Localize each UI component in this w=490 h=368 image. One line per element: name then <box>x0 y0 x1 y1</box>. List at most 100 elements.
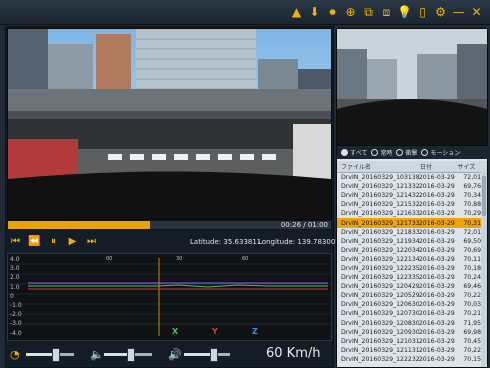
filter-option[interactable]: 衝撃 <box>396 148 417 157</box>
toolbar: ▲ ⬇ ⏺ ⊕ ⧉ ⧈ 💡 ▯ ⚙ — ✕ <box>0 0 490 25</box>
file-name-cell: DrvIN_20160329_121934.avi <box>341 237 419 245</box>
filter-option-label: モーション <box>430 150 461 157</box>
file-name-cell: DrvIN_20160329_103138.avi <box>341 174 419 182</box>
file-date-cell: 2016-03-29 <box>418 355 455 363</box>
file-date-cell: 2016-03-29 <box>418 174 455 182</box>
file-name-cell: DrvIN_20160329_121332.avi <box>341 183 419 191</box>
minimize-icon[interactable]: — <box>451 3 466 20</box>
file-name-cell: DrvIN_20160329_120429.avi <box>341 283 419 291</box>
rear-camera-video[interactable] <box>336 28 488 146</box>
play-icon[interactable]: ▶ <box>66 235 79 247</box>
header-filename[interactable]: ファイル名 <box>337 162 420 171</box>
bulb-icon[interactable]: 💡 <box>397 3 412 20</box>
file-row[interactable]: DrvIN_20160329_120630.avi2016-03-2970,03… <box>337 300 487 309</box>
merge-icon[interactable]: ⧈ <box>379 3 394 20</box>
file-row[interactable]: DrvIN_20160329_121432.avi2016-03-2970,34… <box>337 191 487 200</box>
volume-master-thumb[interactable] <box>209 348 218 362</box>
file-row[interactable]: DrvIN_20160329_121733.avi2016-03-2970,31… <box>337 218 487 228</box>
file-row[interactable]: DrvIN_20160329_121934.avi2016-03-2969,50… <box>337 237 487 246</box>
gauge-slider-thumb[interactable] <box>51 348 60 362</box>
add-icon[interactable]: ⊕ <box>343 3 358 20</box>
filter-option[interactable]: 常時 <box>371 148 392 157</box>
file-list-scrollbar[interactable] <box>481 172 487 367</box>
save-icon[interactable]: ⏺ <box>325 3 340 20</box>
settings-icon[interactable]: ⚙ <box>433 3 448 20</box>
file-row[interactable]: DrvIN_20160329_120429.avi2016-03-2969,46… <box>337 282 487 291</box>
file-date-cell: 2016-03-29 <box>418 319 455 327</box>
gauge-slider-fill <box>26 353 55 356</box>
file-row[interactable]: DrvIN_20160329_120529.avi2016-03-2970,22… <box>337 291 487 300</box>
file-row[interactable]: DrvIN_20160329_121031.avi2016-03-2970,45… <box>337 337 487 346</box>
y-tick-label: 2.0 <box>10 274 20 282</box>
file-date-cell: 2016-03-29 <box>418 264 455 272</box>
copy-icon[interactable]: ⧉ <box>361 3 376 20</box>
file-table-header: ファイル名 日付 サイズ <box>337 161 487 173</box>
g-sensor-graph: 00 30 60 <box>7 253 332 341</box>
file-name-cell: DrvIN_20160329_121432.avi <box>341 192 419 200</box>
close-icon[interactable]: ✕ <box>469 3 484 20</box>
volume-slider-thumb[interactable] <box>127 348 136 362</box>
file-row[interactable]: DrvIN_20160329_122034.avi2016-03-2970,69… <box>337 246 487 255</box>
skip-start-icon[interactable]: ⏮ <box>9 235 22 247</box>
pause-icon[interactable]: ⏸ <box>47 235 60 247</box>
time-readout: 00:26 / 01:00 <box>280 221 328 229</box>
file-row[interactable]: DrvIN_20160329_121131.avi2016-03-2970,22… <box>337 346 487 355</box>
file-row[interactable]: DrvIN_20160329_121532.avi2016-03-2970,88… <box>337 200 487 209</box>
latitude-label-text: Latitude: 35.633811 <box>190 238 261 246</box>
filter-option[interactable]: モーション <box>421 148 460 157</box>
radio-dot-icon <box>341 149 348 156</box>
y-tick-label: 4.0 <box>10 256 20 263</box>
radio-dot-icon <box>371 149 379 156</box>
file-name-cell: DrvIN_20160329_120830.avi <box>341 319 419 327</box>
file-name-cell: DrvIN_20160329_121833.avi <box>341 228 419 236</box>
file-row[interactable]: DrvIN_20160329_121332.avi2016-03-2969,76… <box>337 182 487 191</box>
file-row[interactable]: DrvIN_20160329_120930.avi2016-03-2969,98… <box>337 328 487 337</box>
volume-slider[interactable] <box>104 348 152 362</box>
file-row[interactable]: DrvIN_20160329_121833.avi2016-03-2972,01… <box>337 228 487 237</box>
filter-option-label: すべて <box>350 150 368 157</box>
file-row[interactable]: DrvIN_20160329_122134.avi2016-03-2970,11… <box>337 255 487 264</box>
download-icon[interactable]: ⬇ <box>307 3 322 20</box>
latitude-value: 35.633811 <box>223 238 262 246</box>
volume-low-icon: 🔈 <box>90 348 104 361</box>
file-row[interactable]: DrvIN_20160329_121633.avi2016-03-2970,29… <box>337 209 487 218</box>
skip-end-icon[interactable]: ⏭ <box>85 235 98 247</box>
file-row[interactable]: DrvIN_20160329_122232.avi2016-03-2970,15… <box>337 355 487 364</box>
timeline-progress <box>8 221 151 229</box>
file-row[interactable]: DrvIN_20160329_120830.avi2016-03-2971,95… <box>337 319 487 328</box>
file-date-cell: 2016-03-29 <box>418 255 455 263</box>
file-date-cell: 2016-03-29 <box>418 228 455 236</box>
longitude-label-text: Longitude: 139.783007 <box>258 238 340 246</box>
y-tick-label: 0 <box>10 292 14 300</box>
file-name-cell: DrvIN_20160329_122235.avi <box>341 264 419 272</box>
header-size[interactable]: サイズ <box>457 162 487 171</box>
header-date[interactable]: 日付 <box>420 162 457 171</box>
file-date-cell: 2016-03-29 <box>418 237 455 245</box>
gauge-slider[interactable] <box>26 348 74 362</box>
file-name-cell: DrvIN_20160329_122134.avi <box>341 255 419 263</box>
rear-camera-scene <box>337 29 487 145</box>
volume-high-icon: 🔊 <box>168 348 182 361</box>
rewind-icon[interactable]: ⏪ <box>28 235 41 247</box>
file-date-cell: 2016-03-29 <box>418 301 455 309</box>
file-row[interactable]: DrvIN_20160329_122335.avi2016-03-2970,24… <box>337 273 487 282</box>
y-tick-label: -2.0 <box>10 311 22 319</box>
volume-master-slider[interactable] <box>184 348 230 362</box>
file-date-cell: 2016-03-29 <box>418 328 455 336</box>
file-list-scroll-thumb[interactable] <box>482 176 486 216</box>
radio-dot-icon <box>421 149 429 156</box>
eject-icon[interactable]: ▲ <box>289 3 304 20</box>
filter-radio-group: すべて 常時 衝撃 モーション <box>337 146 490 159</box>
longitude-label: Longitude: <box>258 238 296 246</box>
file-row[interactable]: DrvIN_20160329_122235.avi2016-03-2970,18… <box>337 264 487 273</box>
svg-text:60: 60 <box>242 256 248 262</box>
file-date-cell: 2016-03-29 <box>418 201 455 209</box>
front-camera-scene <box>8 29 331 219</box>
filter-option[interactable]: すべて <box>341 148 367 157</box>
radio-dot-icon <box>396 149 404 156</box>
file-row[interactable]: DrvIN_20160329_120730.avi2016-03-2970,21… <box>337 309 487 318</box>
longitude-value: 139.783007 <box>297 238 340 246</box>
file-row[interactable]: DrvIN_20160329_103138.avi2016-03-2972,01… <box>337 173 487 182</box>
front-camera-video[interactable] <box>7 28 332 220</box>
map-icon[interactable]: ▯ <box>415 3 430 20</box>
